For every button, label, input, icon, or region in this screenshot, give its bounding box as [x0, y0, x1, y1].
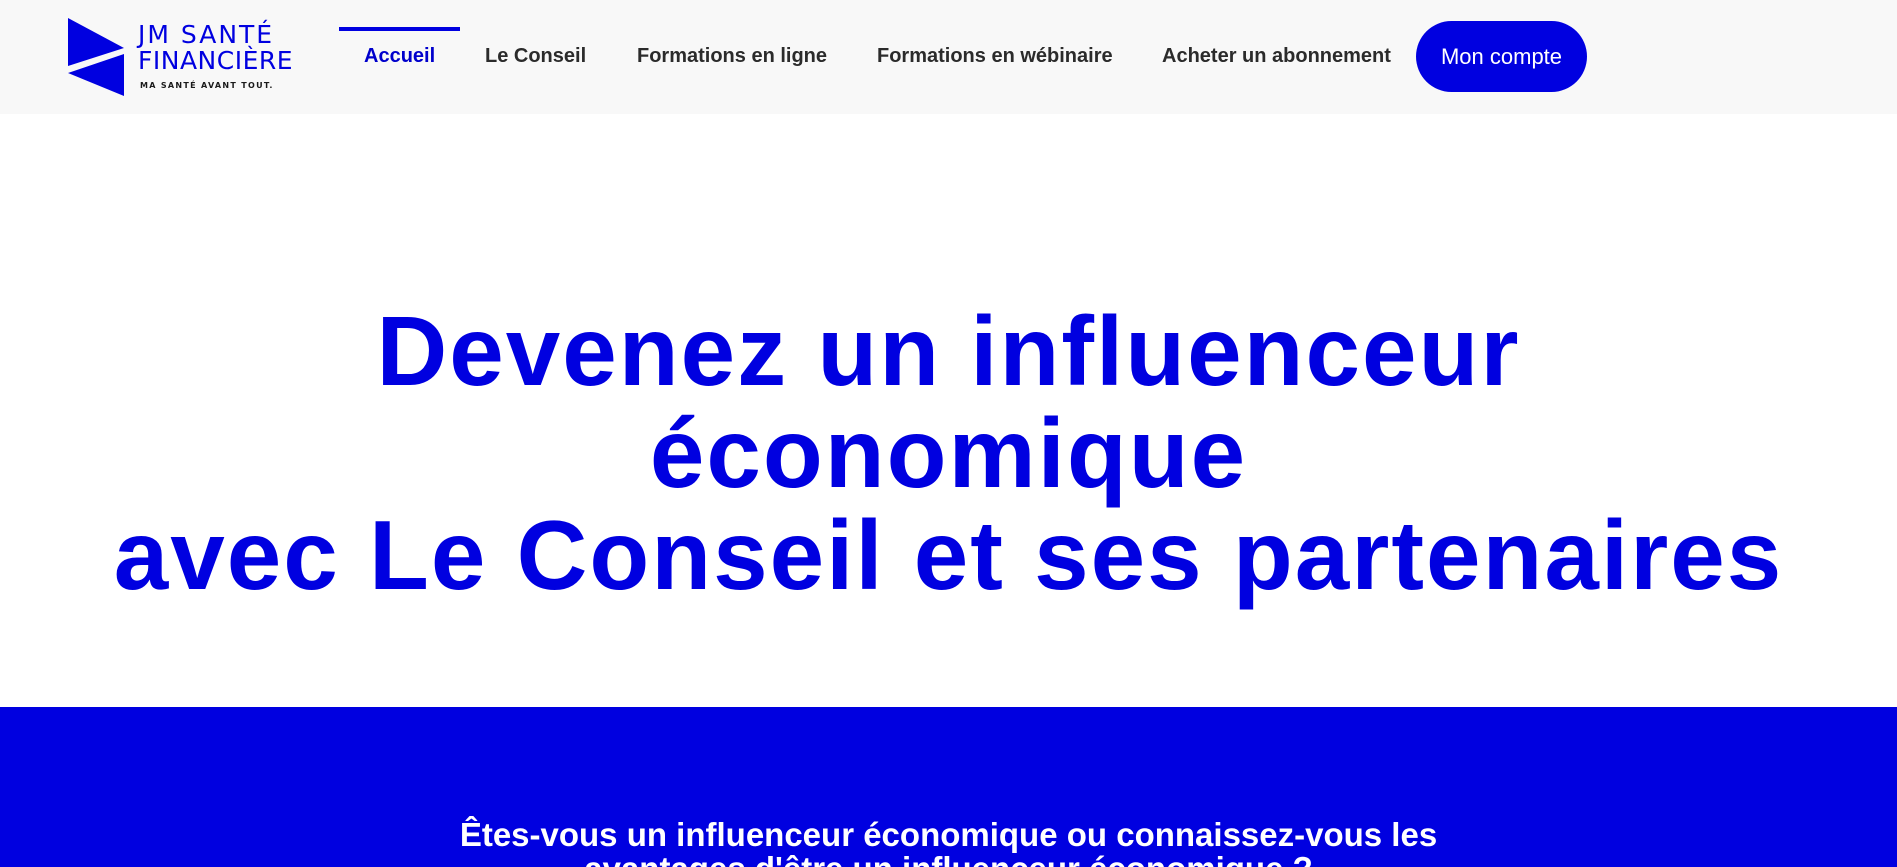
hero-title-line3: avec Le Conseil et ses partenaires [113, 500, 1784, 610]
influencer-section: Êtes-vous un influenceur économique ou c… [0, 707, 1897, 867]
my-account-button[interactable]: Mon compte [1416, 21, 1587, 92]
site-header: JM SANTÉ FINANCIÈRE MA SANTÉ AVANT TOUT.… [0, 0, 1897, 114]
nav-item-accueil[interactable]: Accueil [364, 44, 435, 68]
brand-logo[interactable]: JM SANTÉ FINANCIÈRE MA SANTÉ AVANT TOUT. [68, 18, 308, 98]
nav-item-acheter-abonnement[interactable]: Acheter un abonnement [1162, 44, 1391, 68]
nav-item-le-conseil[interactable]: Le Conseil [485, 44, 586, 68]
brand-name-line2: FINANCIÈRE [138, 46, 294, 75]
hero-title-line1: Devenez un influenceur [376, 296, 1521, 406]
section-question: Êtes-vous un influenceur économique ou c… [0, 818, 1897, 867]
section-question-line1: Êtes-vous un influenceur économique ou c… [459, 816, 1438, 853]
nav-active-indicator [339, 27, 460, 31]
brand-name-line1: JM SANTÉ [138, 20, 275, 49]
brand-tagline: MA SANTÉ AVANT TOUT. [140, 81, 274, 90]
nav-item-formations-en-ligne[interactable]: Formations en ligne [637, 44, 827, 68]
hero-title-line2: économique [649, 398, 1248, 508]
hero-title: Devenez un influenceur économique avec L… [0, 300, 1897, 606]
nav-item-formations-en-webinaire[interactable]: Formations en wébinaire [877, 44, 1113, 68]
section-question-line2: avantages d'être un influenceur économiq… [584, 850, 1313, 867]
logo-mark-icon [68, 18, 124, 96]
